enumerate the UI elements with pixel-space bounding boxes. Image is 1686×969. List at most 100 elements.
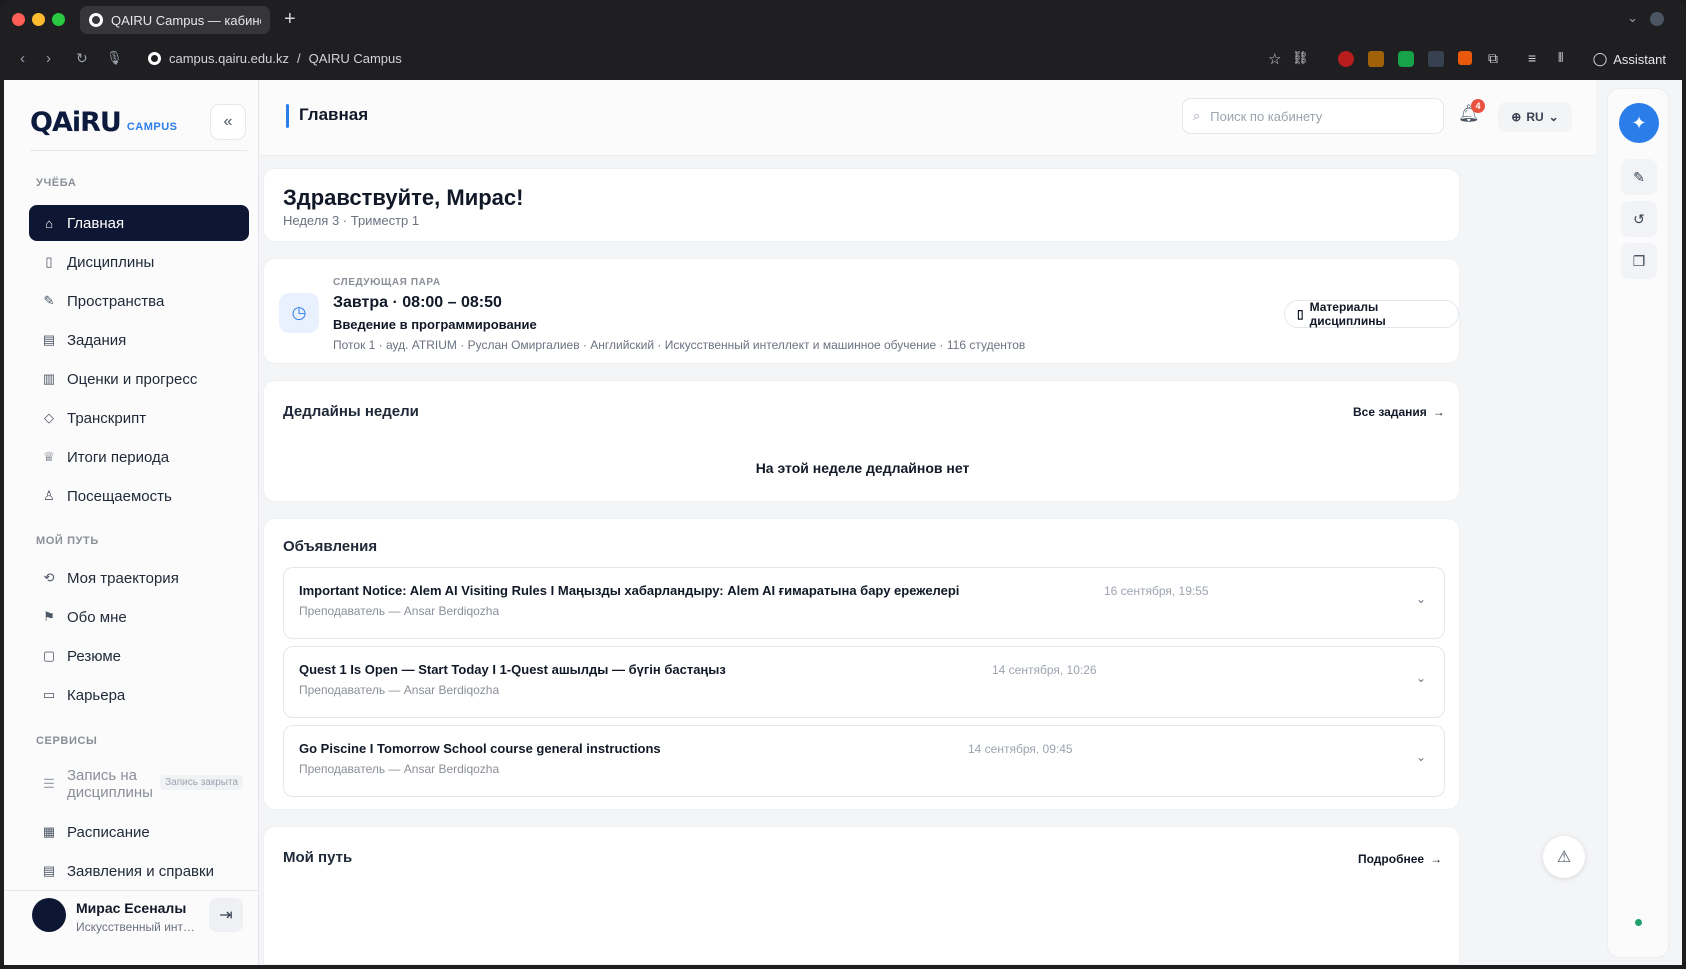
logout-button[interactable]: ⇥ [209, 898, 243, 932]
sidebar-item-home[interactable]: ⌂ Главная [29, 205, 249, 241]
back-arrow-icon[interactable]: ‹ [20, 50, 25, 67]
announcement-title: Go Piscine I Tomorrow School course gene… [299, 741, 661, 756]
qairu-logo[interactable]: QAiRU CAMPUS [30, 107, 178, 138]
document-icon: ▤ [42, 863, 56, 878]
sidebar-item-career[interactable]: ▭ Карьера [29, 677, 249, 713]
greeting-subtitle: Неделя 3 · Триместр 1 [283, 213, 420, 228]
avatar[interactable] [32, 898, 66, 932]
link-icon[interactable]: ⛓ [1292, 50, 1309, 66]
announcement-author: Преподаватель — Ansar Berdiqozha [299, 604, 500, 618]
announcement-title: Important Notice: Alem AI Visiting Rules… [299, 583, 960, 598]
course-materials-button[interactable]: ▯ Материалы дисциплины [1284, 300, 1459, 328]
new-tab-button[interactable]: + [284, 8, 296, 30]
shield-extension-icon[interactable] [1398, 51, 1414, 67]
announcement-item[interactable]: Go Piscine I Tomorrow School course gene… [283, 725, 1445, 797]
announcement-author: Преподаватель — Ansar Berdiqozha [299, 683, 500, 697]
extension-icon[interactable] [1458, 51, 1472, 65]
search-icon: ⌕ [1193, 108, 1201, 123]
page-title: Главная [299, 105, 369, 124]
top-header: Главная ⌕ 🔔︎ 4 ⊕ RU ⌄ [260, 80, 1596, 156]
assistant-button[interactable]: ◯ Assistant [1593, 51, 1666, 67]
collapse-sidebar-button[interactable]: « [210, 104, 246, 140]
audio-wave-icon[interactable]: ⫴ [1558, 50, 1563, 66]
announcement-item[interactable]: Quest 1 Is Open — Start Today I 1-Quest … [283, 646, 1445, 718]
section-label-path: МОЙ ПУТЬ [36, 535, 99, 547]
announcement-item[interactable]: Important Notice: Alem AI Visiting Rules… [283, 567, 1445, 639]
sidebar-item-transcript[interactable]: ◇ Транскрипт [29, 400, 249, 436]
extension-icon[interactable] [1368, 51, 1384, 67]
language-label: RU [1526, 110, 1544, 124]
app-viewport: QAiRU CAMPUS « УЧЁБА ⌂ Главная ▯ Дисципл… [4, 80, 1682, 965]
ublock-extension-icon[interactable] [1338, 51, 1354, 67]
graduation-cap-icon: ◇ [44, 410, 54, 425]
reload-icon[interactable]: ↻ [76, 50, 88, 67]
sidebar-item-label: Оценки и прогресс [67, 370, 198, 388]
greeting-title: Здравствуйте, Мирас! [283, 185, 524, 210]
online-status-dot [1635, 919, 1642, 926]
extensions-puzzle-icon[interactable]: ⧉ [1488, 50, 1498, 67]
next-class-time: Завтра · 08:00 – 08:50 [333, 294, 502, 311]
sidebar-item-label: Карьера [67, 686, 126, 704]
browser-titlebar: QAIRU Campus — кабинет с + ⌄ [0, 0, 1686, 40]
sparkle-icon: ✦ [1631, 112, 1647, 133]
all-assignments-link[interactable]: Все задания → [1353, 405, 1445, 419]
extension-icon[interactable] [1428, 51, 1444, 67]
close-window-button[interactable] [12, 13, 25, 26]
chevron-down-icon: ⌄ [1548, 110, 1559, 124]
url-field[interactable]: campus.qairu.edu.kz / QAIRU Campus [148, 51, 402, 66]
sidebar-item-label: Пространства [67, 292, 165, 310]
sidebar-item-about-me[interactable]: ⚑ Обо мне [29, 599, 249, 635]
history-button[interactable]: ↺ [1621, 201, 1657, 237]
sidebar-item-label: Расписание [67, 823, 150, 841]
language-selector[interactable]: ⊕ RU ⌄ [1498, 102, 1572, 132]
briefcase-icon: ▭ [42, 687, 56, 702]
chat-button[interactable]: ❐ [1621, 243, 1657, 279]
clipboard-icon: ▤ [42, 332, 56, 347]
route-icon: ⟲ [43, 570, 55, 585]
title-accent-bar [286, 104, 289, 128]
sidebar-item-attendance[interactable]: ♙ Посещаемость [29, 478, 249, 514]
ai-assistant-button[interactable]: ✦ [1619, 103, 1659, 143]
profile-icon[interactable] [1650, 12, 1664, 26]
search-box[interactable]: ⌕ [1182, 98, 1444, 134]
search-input[interactable] [1210, 108, 1421, 124]
chevron-down-icon[interactable]: ⌄ [1416, 592, 1426, 606]
announcements-title: Объявления [283, 538, 378, 555]
tab-list-chevron-icon[interactable]: ⌄ [1627, 10, 1638, 26]
sidebar: QAiRU CAMPUS « УЧЁБА ⌂ Главная ▯ Дисципл… [4, 80, 259, 965]
sidebar-item-assignments[interactable]: ▤ Задания [29, 322, 249, 358]
sidebar-item-requests[interactable]: ▤ Заявления и справки [29, 853, 249, 889]
chevron-down-icon[interactable]: ⌄ [1416, 750, 1426, 764]
notes-button[interactable]: ✎ [1621, 159, 1657, 195]
sidebar-item-schedule[interactable]: ▦ Расписание [29, 814, 249, 850]
sidebar-item-grades[interactable]: ▥ Оценки и прогресс [29, 361, 249, 397]
chat-bubbles-icon: ❐ [1632, 252, 1646, 269]
user-program: Искусственный инте... [76, 920, 196, 934]
sidebar-item-resume[interactable]: ▢ Резюме [29, 638, 249, 674]
sidebar-item-spaces[interactable]: ✎ Пространства [29, 283, 249, 319]
url-page-title: QAIRU Campus [308, 51, 402, 66]
sidebar-item-period-results[interactable]: ♕ Итоги периода [29, 439, 249, 475]
sidebar-item-trajectory[interactable]: ⟲ Моя траектория [29, 560, 249, 596]
report-issue-button[interactable]: ⚠ [1543, 836, 1585, 878]
browser-tab[interactable]: QAIRU Campus — кабинет с [80, 6, 270, 34]
menu-lines-icon[interactable]: ≡ [1528, 50, 1536, 66]
more-link[interactable]: Подробнее → [1358, 852, 1442, 866]
chevron-down-icon[interactable]: ⌄ [1416, 671, 1426, 685]
minimize-window-button[interactable] [32, 13, 45, 26]
maximize-window-button[interactable] [52, 13, 65, 26]
url-separator: / [296, 51, 301, 66]
site-favicon-icon [89, 13, 103, 27]
deadlines-card: Дедлайны недели Все задания → На этой не… [263, 380, 1460, 502]
microphone-icon[interactable]: 🎙 [106, 50, 123, 66]
course-materials-label: Материалы дисциплины [1309, 300, 1386, 328]
sidebar-item-label: Запись на дисциплины [67, 767, 153, 801]
warning-triangle-icon: ⚠ [1556, 849, 1572, 866]
list-check-icon: ☰ [43, 776, 55, 791]
forward-arrow-icon[interactable]: › [46, 50, 51, 67]
next-class-card: ◷ СЛЕДУЮЩАЯ ПАРА Завтра · 08:00 – 08:50 … [263, 258, 1460, 364]
double-chevron-left-icon: « [223, 113, 233, 130]
right-tool-rail: ✦ ✎ ↺ ❐ [1607, 88, 1669, 958]
bookmark-star-icon[interactable]: ☆ [1268, 50, 1281, 68]
sidebar-item-disciplines[interactable]: ▯ Дисциплины [29, 244, 249, 280]
